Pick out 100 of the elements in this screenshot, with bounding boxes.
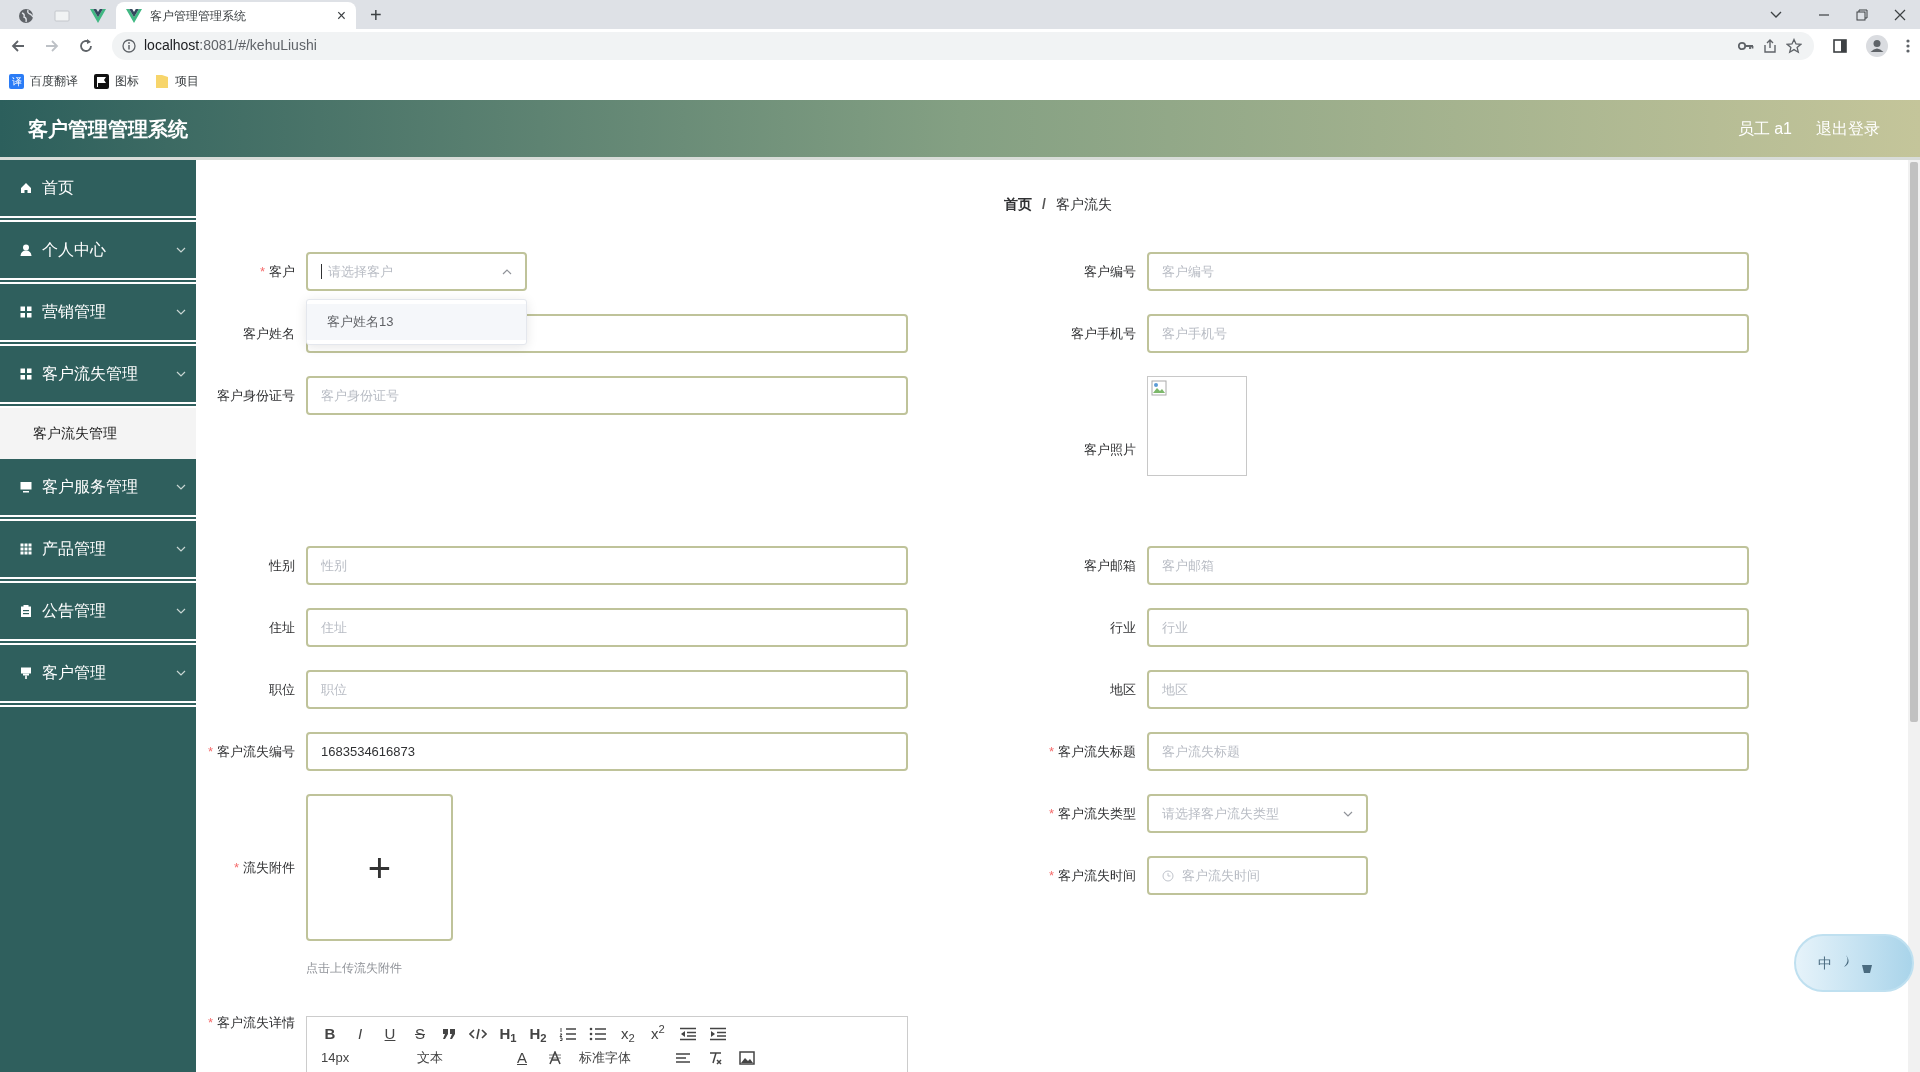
clock-icon (1162, 869, 1174, 882)
upload-box[interactable]: + (306, 794, 453, 941)
submenu-item[interactable]: 客户流失管理 (0, 408, 196, 459)
translate-icon: 译 (9, 73, 24, 89)
back-arrow-icon[interactable] (10, 37, 26, 54)
toolbar-button[interactable]: x$_{2}$ (619, 1025, 637, 1043)
field-label: 流失附件 (243, 858, 295, 877)
field-label: 住址 (269, 618, 295, 637)
chevron-down-icon (176, 546, 186, 552)
chevron-down-icon (176, 608, 186, 614)
field-label: 客户身份证号 (217, 386, 295, 405)
field-label: 客户邮箱 (1084, 556, 1136, 575)
chevron-down-icon (176, 670, 186, 676)
text-input-field[interactable]: 客户编号 (1147, 252, 1749, 291)
text-input-field[interactable]: 1683534616873 (306, 732, 908, 771)
info-icon[interactable] (122, 38, 136, 53)
restore-icon[interactable] (1856, 8, 1868, 21)
required-mark: * (1048, 742, 1054, 761)
share-icon[interactable] (1762, 37, 1778, 54)
required-mark: * (233, 858, 239, 877)
required-mark: * (207, 742, 213, 761)
field-label: 客户手机号 (1071, 324, 1136, 343)
breadcrumb-item[interactable]: 客户流失 (1055, 193, 1112, 215)
bullet-list-icon[interactable] (589, 1027, 607, 1041)
profile-avatar-icon[interactable] (1866, 34, 1888, 57)
image-icon[interactable] (739, 1051, 755, 1065)
plus-icon: + (367, 847, 392, 888)
toolbar-button[interactable]: B (321, 1025, 339, 1043)
field-label: 地区 (1110, 680, 1136, 699)
toolbar-button[interactable]: S (411, 1025, 429, 1043)
field-label: 客户姓名 (243, 324, 295, 343)
text-input-field[interactable]: 地区 (1147, 670, 1749, 709)
tab-title: 客户管理管理系统 (150, 7, 247, 25)
text-input-field[interactable]: 住址 (306, 608, 908, 647)
toolbar-button[interactable]: H$_{2}$ (529, 1025, 547, 1043)
text-input-field[interactable]: 客户身份证号 (306, 376, 908, 415)
address-bar[interactable]: localhost:8081/#/kehuLiushi (112, 31, 1814, 60)
toolbar-button[interactable]: A (513, 1049, 531, 1067)
toolbar-picker[interactable]: 14px (321, 1050, 401, 1066)
required-mark: * (259, 262, 265, 281)
chevron-up-icon (502, 268, 512, 275)
bookmark[interactable]: 图标 (94, 72, 139, 90)
home-icon (20, 182, 32, 194)
numbered-list-icon[interactable] (559, 1027, 577, 1041)
rich-text-editor[interactable]: B I U S H$_{1}$ H$_{2}$ x$_{2}$ x$^{2}$ 14px 文本 A 标准字体 (306, 1016, 908, 1072)
field-label: 客户流失类型 (1058, 804, 1136, 823)
grid-icon (20, 368, 32, 380)
text-input-field[interactable]: 客户邮箱 (1147, 546, 1749, 585)
scrollbar[interactable] (1908, 160, 1920, 1072)
code-icon[interactable] (469, 1027, 487, 1041)
field-label: 职位 (269, 680, 295, 699)
text-input-field[interactable]: 客户流失标题 (1147, 732, 1749, 771)
toolbar-picker[interactable]: 文本 (417, 1050, 497, 1066)
side-panel-icon[interactable] (1832, 37, 1848, 54)
vue-logo-icon (126, 8, 142, 23)
toolbar-button[interactable]: x$^{2}$ (649, 1025, 667, 1043)
outdent-icon[interactable] (679, 1027, 697, 1041)
field-label: 客户编号 (1084, 262, 1136, 281)
menu-icon[interactable] (1906, 37, 1910, 54)
grid-icon (20, 543, 32, 555)
key-icon[interactable] (1738, 39, 1754, 52)
indent-icon[interactable] (709, 1027, 727, 1041)
field-label: 客户流失时间 (1058, 866, 1136, 885)
text-input-field[interactable]: 行业 (1147, 608, 1749, 647)
ime-toolbar[interactable]: 中 (1794, 934, 1914, 992)
bookmark[interactable]: 译 百度翻译 (9, 72, 78, 90)
tab-search-icon[interactable] (1770, 10, 1782, 19)
breadcrumb-separator: / (1042, 194, 1046, 214)
bookmark[interactable]: 项目 (155, 72, 199, 90)
required-mark: * (1048, 804, 1054, 823)
toolbar-button[interactable]: U (381, 1025, 399, 1043)
toolbar-picker[interactable]: 标准字体 (579, 1050, 659, 1066)
globe-icon (18, 7, 34, 24)
field-label: 客户 (269, 262, 295, 281)
toolbar-button[interactable]: I (351, 1025, 369, 1043)
folder-icon (155, 73, 169, 89)
star-icon[interactable] (1786, 37, 1802, 54)
highlight-icon[interactable] (547, 1051, 563, 1065)
text-input-field[interactable]: 性别 (306, 546, 908, 585)
toolbar-button[interactable]: H$_{1}$ (499, 1025, 517, 1043)
align-icon[interactable] (675, 1052, 691, 1064)
browser-tab[interactable]: 客户管理管理系统 × (116, 2, 356, 29)
breadcrumb-item[interactable]: 首页 (1004, 193, 1033, 215)
user-icon (20, 244, 32, 256)
close-icon[interactable] (1894, 8, 1906, 21)
required-mark: * (207, 1014, 213, 1033)
reload-icon[interactable] (78, 37, 94, 54)
text-input-field[interactable]: 客户手机号 (1147, 314, 1749, 353)
upload-hint: 点击上传流失附件 (306, 960, 403, 977)
scrollbar-thumb[interactable] (1910, 162, 1918, 722)
close-icon[interactable]: × (336, 7, 346, 24)
chevron-down-icon (176, 247, 186, 253)
field-label: 客户流失详情 (217, 1014, 295, 1033)
quote-icon[interactable] (441, 1027, 457, 1041)
monitor-icon (20, 481, 32, 493)
clear-format-icon[interactable] (707, 1051, 723, 1065)
chevron-down-icon (176, 309, 186, 315)
new-tab-button[interactable]: + (370, 5, 382, 25)
text-input-field[interactable]: 职位 (306, 670, 908, 709)
dropdown-option[interactable]: 客户姓名13 (307, 304, 526, 340)
